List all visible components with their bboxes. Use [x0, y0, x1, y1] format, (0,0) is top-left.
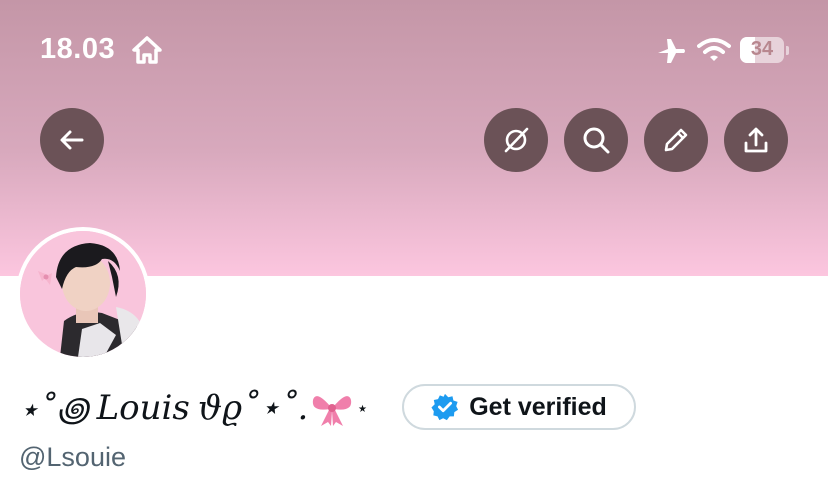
share-upload-icon — [744, 127, 768, 153]
search-icon — [583, 127, 610, 154]
arrow-left-icon — [60, 130, 84, 150]
circle-slash-icon — [504, 127, 529, 153]
get-verified-label: Get verified — [469, 392, 607, 421]
display-name-suffix: ϑϱ˚⋆˚. — [197, 388, 309, 428]
wifi-icon — [697, 37, 731, 63]
avatar[interactable] — [16, 227, 150, 361]
profile-handle: @Lsouie — [19, 442, 126, 472]
status-bar: 18.03 34 — [0, 0, 828, 100]
airplane-icon — [656, 37, 686, 65]
share-button[interactable] — [724, 108, 788, 172]
battery-indicator: 34 — [740, 37, 789, 63]
display-name-prefix: ⋆˚꩜ — [18, 390, 89, 430]
avatar-photo — [20, 231, 146, 357]
display-name: Louis — [96, 388, 190, 428]
pencil-icon — [664, 128, 688, 152]
display-name-end: ⋆ — [356, 397, 369, 420]
get-verified-button[interactable]: Get verified — [402, 384, 636, 430]
status-time: 18.03 — [40, 33, 116, 65]
ribbon-bow-icon — [310, 388, 354, 428]
verified-badge-icon — [431, 393, 459, 421]
home-icon — [132, 36, 162, 64]
grok-button[interactable] — [484, 108, 548, 172]
search-button[interactable] — [564, 108, 628, 172]
edit-button[interactable] — [644, 108, 708, 172]
display-name-row: ⋆˚꩜ Louis ϑϱ˚⋆˚. ⋆ — [18, 383, 369, 433]
battery-level: 34 — [750, 38, 774, 60]
back-button[interactable] — [40, 108, 104, 172]
